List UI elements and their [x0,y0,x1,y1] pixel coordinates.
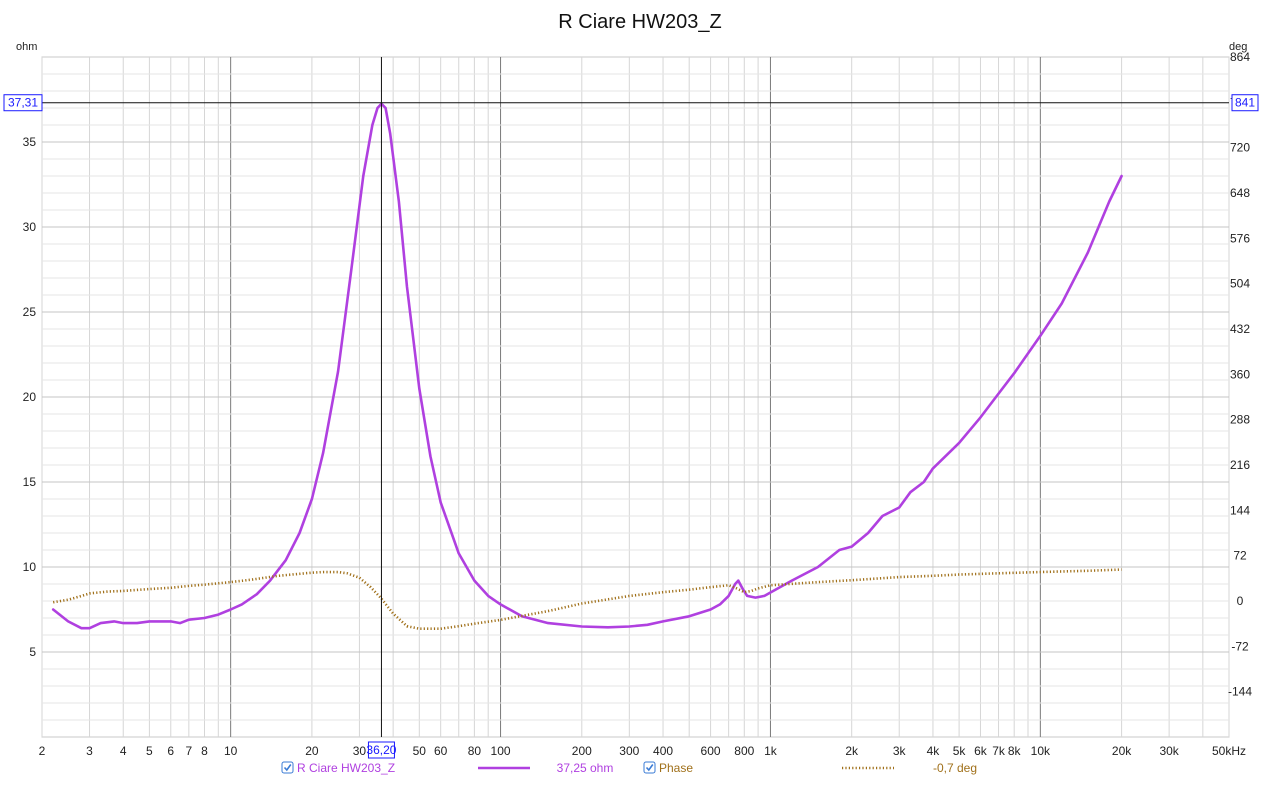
cursor-right-value: 841 [1235,96,1255,110]
right-tick-label: 144 [1230,503,1250,517]
x-axis-ticks: 2 3 4 5 6 7 8 10 20 30 50 60 80 100 200 300 400 600 800 1k 2… [39,744,1246,758]
left-axis-ticks: 5 10 15 20 25 30 35 [23,135,37,659]
x-tick-label: 20 [305,744,319,758]
left-tick-label: 30 [23,220,37,234]
right-tick-label: 0 [1237,594,1244,608]
right-tick-label: 288 [1230,413,1250,427]
x-tick-label: 2k [845,744,859,758]
x-tick-label: 6k [974,744,988,758]
legend-checkbox[interactable] [281,761,294,774]
right-tick-label: 720 [1230,141,1250,155]
x-tick-label: 1k [764,744,778,758]
right-tick-label: 576 [1230,231,1250,245]
x-tick-label: 6 [167,744,174,758]
x-tick-label: 60 [434,744,448,758]
x-tick-label: 80 [468,744,482,758]
cursor-left-value: 37,31 [8,96,38,110]
x-tick-label: 4k [927,744,941,758]
left-tick-label: 35 [23,135,37,149]
x-tick-label: 400 [653,744,673,758]
cursor-x-value: 36,20 [366,743,396,757]
x-tick-label: 3k [893,744,907,758]
left-tick-label: 5 [29,645,36,659]
x-tick-label: 800 [734,744,754,758]
right-tick-label: -144 [1228,685,1252,699]
legend-value: 37,25 ohm [557,761,614,775]
x-tick-label: 8 [201,744,208,758]
x-tick-label: 10 [224,744,238,758]
left-tick-label: 15 [23,475,37,489]
impedance-chart: R Ciare HW203_Z ohm deg 2 3 4 5 6 7 8 10 20 30 50 6… [3,11,1259,775]
x-tick-label: 10k [1031,744,1051,758]
x-tick-label: 2 [39,744,46,758]
grid [41,57,1230,737]
right-tick-label: -72 [1231,639,1249,653]
right-tick-label: 648 [1230,186,1250,200]
right-tick-label: 72 [1233,549,1247,563]
right-axis-ticks: -144-72072144216288360432504576648720792… [1228,50,1252,699]
left-tick-label: 10 [23,560,37,574]
right-tick-label: 504 [1230,277,1250,291]
chart-title: R Ciare HW203_Z [558,11,721,33]
x-tick-label: 600 [701,744,721,758]
right-tick-label: 360 [1230,367,1250,381]
right-tick-label: 864 [1230,50,1250,64]
left-tick-label: 25 [23,305,37,319]
x-tick-label: 30k [1159,744,1179,758]
legend: R Ciare HW203_Z 37,25 ohm Phase -0,7 deg [281,761,977,775]
x-tick-label: 100 [491,744,511,758]
x-tick-label: 7k [992,744,1006,758]
legend-label: Phase [659,761,693,775]
x-tick-label: 3 [86,744,93,758]
legend-value: -0,7 deg [933,761,977,775]
x-tick-label: 50 [413,744,427,758]
x-tick-label: 300 [619,744,639,758]
x-tick-label: 20k [1112,744,1132,758]
left-axis-unit: ohm [16,41,37,53]
legend-label: R Ciare HW203_Z [297,761,395,775]
x-tick-label: 200 [572,744,592,758]
left-tick-label: 20 [23,390,37,404]
x-tick-label: 5 [146,744,153,758]
right-tick-label: 432 [1230,322,1250,336]
x-tick-label: 8k [1008,744,1022,758]
x-tick-label: 7 [185,744,192,758]
x-tick-label: 50kHz [1212,744,1246,758]
right-tick-label: 216 [1230,458,1250,472]
x-tick-label: 4 [120,744,127,758]
x-tick-label: 5k [953,744,967,758]
x-tick-label: 30 [353,744,367,758]
legend-checkbox[interactable] [643,761,656,774]
